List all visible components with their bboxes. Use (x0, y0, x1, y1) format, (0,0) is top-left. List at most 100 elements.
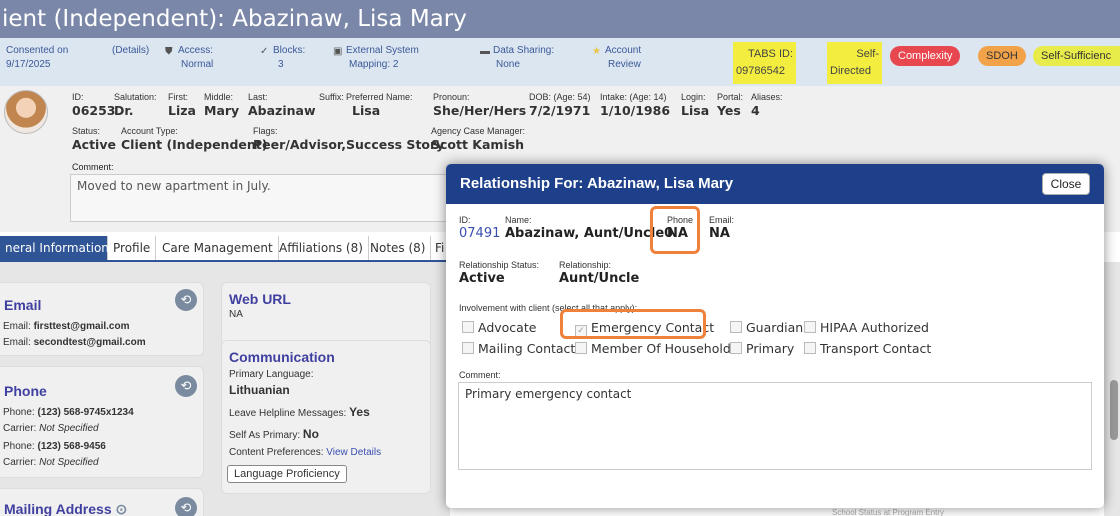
last-label: Last: (248, 92, 268, 102)
consented-date: 9/17/2025 (6, 59, 51, 70)
checkbox-box[interactable] (575, 342, 587, 354)
mailing-title-text: Mailing Address (4, 501, 112, 516)
checkbox-member-of-household[interactable]: Member Of Household (575, 341, 731, 356)
checkbox-guardian[interactable]: Guardian (730, 320, 803, 335)
sdoh-badge[interactable]: SDOH (978, 46, 1026, 66)
blocks-field[interactable]: ✓ Blocks: 3 (260, 44, 305, 72)
last-value: Abazinaw (248, 103, 316, 118)
email2-label: Email: (3, 337, 31, 348)
flags-value: Peer/Advisor,Success Story (253, 137, 445, 152)
history-icon[interactable]: ⟲ (175, 289, 197, 311)
relation-id-field: ID: 07491 (459, 214, 500, 242)
checkbox-box[interactable] (804, 321, 816, 333)
pronoun-field: Pronoun: She/Her/Hers (433, 92, 526, 119)
relationship-field: Relationship: Aunt/Uncle (559, 259, 639, 287)
account-review-field[interactable]: ★ Account Review (592, 44, 641, 72)
tab-general-information[interactable]: neral Information (0, 236, 109, 260)
access-value: Normal (181, 59, 214, 70)
external-system-field[interactable]: ▣ External System Mapping: 2 (333, 44, 419, 72)
carrier1-label: Carrier: (3, 423, 37, 434)
email1-value: firsttest@gmail.com (33, 321, 130, 332)
portal-field: Portal: Yes (717, 92, 743, 119)
checkbox-hipaa[interactable]: HIPAA Authorized (804, 320, 929, 335)
dob-label: DOB: (Age: 54) (529, 92, 591, 102)
history-icon[interactable]: ⟲ (175, 497, 197, 516)
relationship-modal: Relationship For: Abazinaw, Lisa Mary Cl… (446, 164, 1104, 508)
star-icon: ★ (592, 46, 601, 57)
account-label: Account (605, 45, 642, 56)
login-value: Lisa (681, 103, 710, 118)
case-manager-field: Agency Case Manager: Scott Kamish (431, 126, 525, 153)
communication-title: Communication (229, 349, 335, 365)
dob-field: DOB: (Age: 54) 7/2/1971 (529, 92, 591, 119)
details-link[interactable]: (Details) (112, 44, 149, 58)
carrier2-label: Carrier: (3, 457, 37, 468)
checkbox-box[interactable] (462, 342, 474, 354)
scrollbar[interactable] (1110, 380, 1118, 440)
portal-label: Portal: (717, 92, 744, 102)
relationship-status-label: Relationship Status: (459, 260, 540, 270)
checkbox-label: Primary (746, 341, 795, 356)
tabs-id-label: TABS ID: (747, 48, 793, 60)
complexity-badge[interactable]: Complexity (890, 46, 961, 66)
tabs-id-value: 09786542 (736, 65, 785, 77)
close-button[interactable]: Close (1042, 173, 1090, 195)
status-label: Status: (72, 126, 101, 136)
relationship-status-field: Relationship Status: Active (459, 259, 539, 287)
checkbox-box[interactable] (804, 342, 816, 354)
relation-id-link[interactable]: 07491 (459, 226, 500, 242)
first-field: First: Liza (168, 92, 196, 119)
tabs-id-badge: TABS ID: 09786542 (733, 42, 796, 84)
email-row-1: Email: firsttest@gmail.com (3, 321, 129, 332)
checkbox-mailing-contact[interactable]: Mailing Contact (462, 341, 575, 356)
aliases-value: 4 (751, 103, 760, 118)
login-field: Login: Lisa (681, 92, 709, 119)
avatar (4, 90, 48, 134)
blocks-value: 3 (278, 59, 284, 70)
relationship-value: Aunt/Uncle (559, 271, 640, 286)
location-pin-icon[interactable]: ⊙ (116, 501, 128, 516)
checkbox-box[interactable] (730, 342, 742, 354)
email1-label: Email: (3, 321, 31, 332)
access-field[interactable]: ⛊ Access: Normal (165, 44, 213, 72)
checkbox-advocate[interactable]: Advocate (462, 320, 536, 335)
sharing-value: None (496, 59, 520, 70)
phone-row-2: Phone: (123) 568-9456 (3, 441, 106, 452)
account-type-value: Client (Independent) (121, 137, 268, 152)
account-type-field: Account Type: Client (Independent) (121, 126, 267, 153)
relation-email-label: Email: (709, 215, 735, 225)
carrier-row-1: Carrier: Not Specified (3, 423, 99, 434)
phone-card-title: Phone (4, 383, 47, 399)
modal-comment-label-text: Comment: (459, 370, 501, 380)
helpline-label: Leave Helpline Messages: (229, 408, 347, 419)
middle-field: Middle: Mary (204, 92, 239, 119)
self-sufficiency-badge[interactable]: Self-Sufficienc (1033, 46, 1120, 66)
modal-comment-field[interactable]: Primary emergency contact (458, 382, 1092, 470)
web-url-value: NA (229, 309, 243, 320)
page-title: ient (Independent): Abazinaw, Lisa Mary (0, 0, 1120, 38)
checkbox-primary[interactable]: Primary (730, 341, 794, 356)
blocks-check-icon: ✓ (260, 46, 269, 57)
last-field: Last: Abazinaw (248, 92, 316, 119)
tab-care-management[interactable]: Care Management (157, 236, 279, 260)
checkbox-transport-contact[interactable]: Transport Contact (804, 341, 931, 356)
data-sharing-field[interactable]: ▬ Data Sharing: None (480, 44, 554, 72)
tab-profile[interactable]: Profile (108, 236, 157, 260)
mapping-icon: ▣ (333, 46, 343, 57)
preferred-value: Lisa (352, 103, 381, 118)
view-details-link[interactable]: View Details (326, 447, 381, 458)
aliases-field[interactable]: Aliases: 4 (751, 92, 783, 119)
login-label: Login: (681, 92, 706, 102)
tab-affiliations[interactable]: Affiliations (8) (274, 236, 369, 260)
history-icon[interactable]: ⟲ (175, 375, 197, 397)
checkbox-box[interactable] (462, 321, 474, 333)
checkbox-box[interactable] (730, 321, 742, 333)
tab-notes[interactable]: Notes (8) (365, 236, 432, 260)
dob-value: 7/2/1971 (529, 103, 591, 118)
relation-name-value: Abazinaw, Aunt/Uncle0 (505, 226, 674, 241)
access-label: Access: (178, 45, 214, 56)
language-proficiency-button[interactable]: Language Proficiency (227, 465, 347, 483)
checkbox-label: Member Of Household (591, 341, 731, 356)
salutation-label: Salutation: (114, 92, 157, 102)
email2-value: secondtest@gmail.com (33, 337, 146, 348)
